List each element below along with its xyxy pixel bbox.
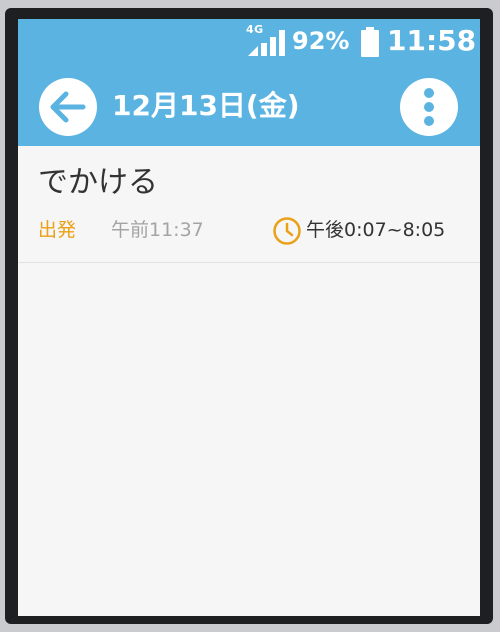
event-title: でかける bbox=[38, 165, 158, 200]
event-time-range: 午後0:07~8:05 bbox=[306, 219, 446, 241]
clock-icon bbox=[273, 217, 301, 245]
more-menu-button[interactable] bbox=[400, 78, 458, 136]
page-title: 12月13日(金) bbox=[112, 89, 300, 122]
arrow-left-icon bbox=[50, 91, 86, 123]
battery-percent: 92% bbox=[292, 27, 350, 55]
event-created-time: 午前11:37 bbox=[111, 219, 204, 241]
device-frame: 4G 92% 11:58 12月13日(金) でかける 出発 午前11:37 午… bbox=[0, 0, 500, 632]
screen: 4G 92% 11:58 12月13日(金) でかける 出発 午前11:37 午… bbox=[18, 19, 480, 616]
battery-icon bbox=[361, 27, 379, 57]
more-vertical-icon bbox=[424, 88, 434, 126]
event-type-label: 出発 bbox=[38, 219, 77, 241]
app-header: 4G 92% 11:58 12月13日(金) bbox=[18, 19, 480, 146]
signal-icon bbox=[248, 30, 285, 56]
event-list-item[interactable]: でかける 出発 午前11:37 午後0:07~8:05 bbox=[18, 146, 480, 263]
status-time: 11:58 bbox=[387, 24, 477, 57]
status-bar: 4G 92% 11:58 bbox=[18, 19, 480, 63]
back-button[interactable] bbox=[39, 78, 97, 136]
